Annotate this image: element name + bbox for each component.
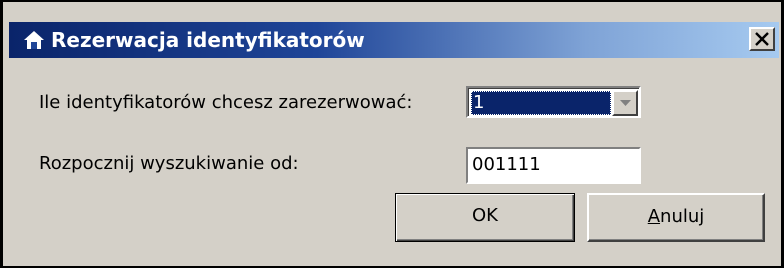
dialog-window: Rezerwacja identyfikatorów Ile identyfik…: [0, 0, 784, 268]
cancel-mnemonic: A: [647, 206, 661, 227]
dropdown-button[interactable]: [612, 90, 638, 116]
close-button[interactable]: [749, 27, 775, 51]
count-select-value[interactable]: 1: [471, 91, 611, 115]
home-icon: [23, 29, 45, 51]
title-bar[interactable]: Rezerwacja identyfikatorów: [9, 22, 779, 58]
chevron-down-icon: [620, 100, 631, 106]
cancel-label-rest: nuluj: [660, 206, 705, 227]
ok-button[interactable]: OK: [395, 193, 575, 242]
count-select-frame: 1: [468, 88, 639, 116]
start-input[interactable]: 001111: [466, 147, 641, 184]
cancel-button[interactable]: Anuluj: [587, 193, 765, 242]
start-label: Rozpocznij wyszukiwanie od:: [39, 153, 299, 174]
count-label: Ile identyfikatorów chcesz zarezerwować:: [39, 92, 413, 113]
count-select[interactable]: 1: [466, 86, 641, 118]
close-icon: [755, 32, 769, 46]
window-title: Rezerwacja identyfikatorów: [51, 28, 365, 52]
